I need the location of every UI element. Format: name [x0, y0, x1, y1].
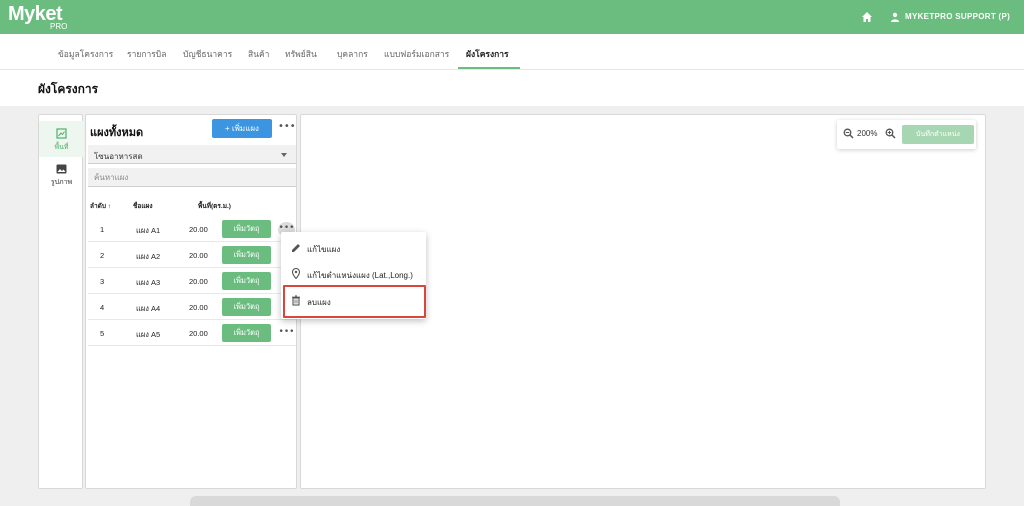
add-object-button[interactable]: เพิ่มวัตถุ	[222, 324, 271, 342]
row-number: 2	[100, 251, 105, 260]
zoom-out-icon[interactable]	[843, 128, 854, 139]
menu-item-edit-stall[interactable]: แก้ไขแผง	[281, 235, 426, 260]
zoom-toolbar: 200% บันทึกตำแหน่ง	[837, 120, 976, 149]
tab-bank-accounts[interactable]: บัญชีธนาคาร	[183, 47, 232, 61]
row-number: 5	[100, 329, 105, 338]
column-header-name[interactable]: ชื่อแผง	[133, 201, 153, 211]
row-number: 1	[100, 225, 105, 234]
row-stall-name: แผง A4	[136, 304, 161, 313]
table-row: 3 แผง A3 20.00 เพิ่มวัตถุ	[88, 269, 296, 294]
menu-item-edit-location[interactable]: แก้ไขตำแหน่งแผง (Lat.,Long.)	[281, 261, 426, 286]
home-icon[interactable]	[861, 11, 873, 23]
tab-project-layout[interactable]: ผังโครงการ	[466, 47, 509, 61]
zone-select[interactable]: โซนอาหารสด	[88, 145, 296, 164]
user-menu[interactable]: MYKETPRO SUPPORT (P)	[905, 12, 1010, 21]
layout-sidebar: พื้นที่ รูปภาพ	[38, 114, 84, 489]
bottom-scroll-shadow	[190, 496, 840, 506]
sidebar-item-label: พื้นที่	[54, 144, 69, 151]
table-row: 1 แผง A1 20.00 เพิ่มวัตถุ •••	[88, 217, 296, 242]
chevron-down-icon	[281, 153, 287, 157]
user-icon	[891, 12, 899, 22]
row-more-icon[interactable]: •••	[278, 326, 295, 341]
area-map-icon	[56, 128, 67, 139]
pencil-icon	[292, 244, 300, 252]
delete-highlight-box	[283, 285, 426, 318]
table-row: 5 แผง A5 20.00 เพิ่มวัตถุ •••	[88, 321, 296, 346]
row-stall-name: แผง A5	[136, 330, 161, 339]
sidebar-item-label: รูปภาพ	[50, 179, 73, 186]
add-stall-button[interactable]: + เพิ่มแผง	[212, 119, 272, 138]
row-area: 20.00	[189, 225, 208, 234]
tab-document-forms[interactable]: แบบฟอร์มเอกสาร	[384, 47, 449, 61]
stall-search-input[interactable]	[88, 168, 296, 187]
table-row: 4 แผง A4 20.00 เพิ่มวัตถุ	[88, 295, 296, 320]
menu-item-label: แก้ไขตำแหน่งแผง (Lat.,Long.)	[307, 271, 413, 280]
row-stall-name: แผง A1	[136, 226, 161, 235]
zone-select-value: โซนอาหารสด	[94, 152, 143, 161]
add-object-button[interactable]: เพิ่มวัตถุ	[222, 272, 271, 290]
row-stall-name: แผง A2	[136, 252, 161, 261]
column-header-area[interactable]: พื้นที่(ตร.ม.)	[198, 201, 231, 211]
save-position-button[interactable]: บันทึกตำแหน่ง	[902, 125, 974, 144]
tab-personnel[interactable]: บุคลากร	[337, 47, 368, 61]
menu-item-label: แก้ไขแผง	[307, 245, 341, 254]
zoom-in-icon[interactable]	[885, 128, 896, 139]
app-logo-sub: PRO	[50, 22, 68, 31]
tab-project-info[interactable]: ข้อมูลโครงการ	[58, 47, 113, 61]
sidebar-item-area[interactable]: พื้นที่	[39, 121, 84, 157]
app-logo[interactable]: Myket	[8, 4, 63, 24]
table-row: 2 แผง A2 20.00 เพิ่มวัตถุ	[88, 243, 296, 268]
tab-products[interactable]: สินค้า	[248, 47, 269, 61]
page-title: ผังโครงการ	[38, 82, 99, 96]
row-area: 20.00	[189, 329, 208, 338]
row-number: 3	[100, 277, 105, 286]
row-number: 4	[100, 303, 105, 312]
sidebar-item-image[interactable]: รูปภาพ	[39, 159, 84, 189]
add-object-button[interactable]: เพิ่มวัตถุ	[222, 246, 271, 264]
tab-bills[interactable]: รายการบิล	[127, 47, 166, 61]
zoom-level: 200%	[857, 129, 878, 138]
add-object-button[interactable]: เพิ่มวัตถุ	[222, 220, 271, 238]
tab-assets[interactable]: ทรัพย์สิน	[285, 47, 317, 61]
location-pin-icon	[291, 268, 301, 279]
sort-arrow-icon: ↑	[107, 203, 112, 210]
row-area: 20.00	[189, 303, 208, 312]
more-options-icon[interactable]: •••	[278, 122, 296, 134]
active-tab-indicator	[458, 67, 520, 69]
main-tabs: ข้อมูลโครงการ รายการบิล บัญชีธนาคาร สินค…	[0, 34, 1024, 70]
row-area: 20.00	[189, 277, 208, 286]
top-bar: Myket PRO MYKETPRO SUPPORT (P)	[0, 0, 1024, 34]
stall-list-title: แผงทั้งหมด	[90, 127, 144, 139]
stall-list-panel: แผงทั้งหมด + เพิ่มแผง ••• โซนอาหารสด ลำด…	[85, 114, 297, 489]
column-header-no[interactable]: ลำดับ ↑	[90, 201, 111, 211]
row-stall-name: แผง A3	[136, 278, 161, 287]
row-area: 20.00	[189, 251, 208, 260]
add-object-button[interactable]: เพิ่มวัตถุ	[222, 298, 271, 316]
image-icon	[56, 164, 67, 174]
